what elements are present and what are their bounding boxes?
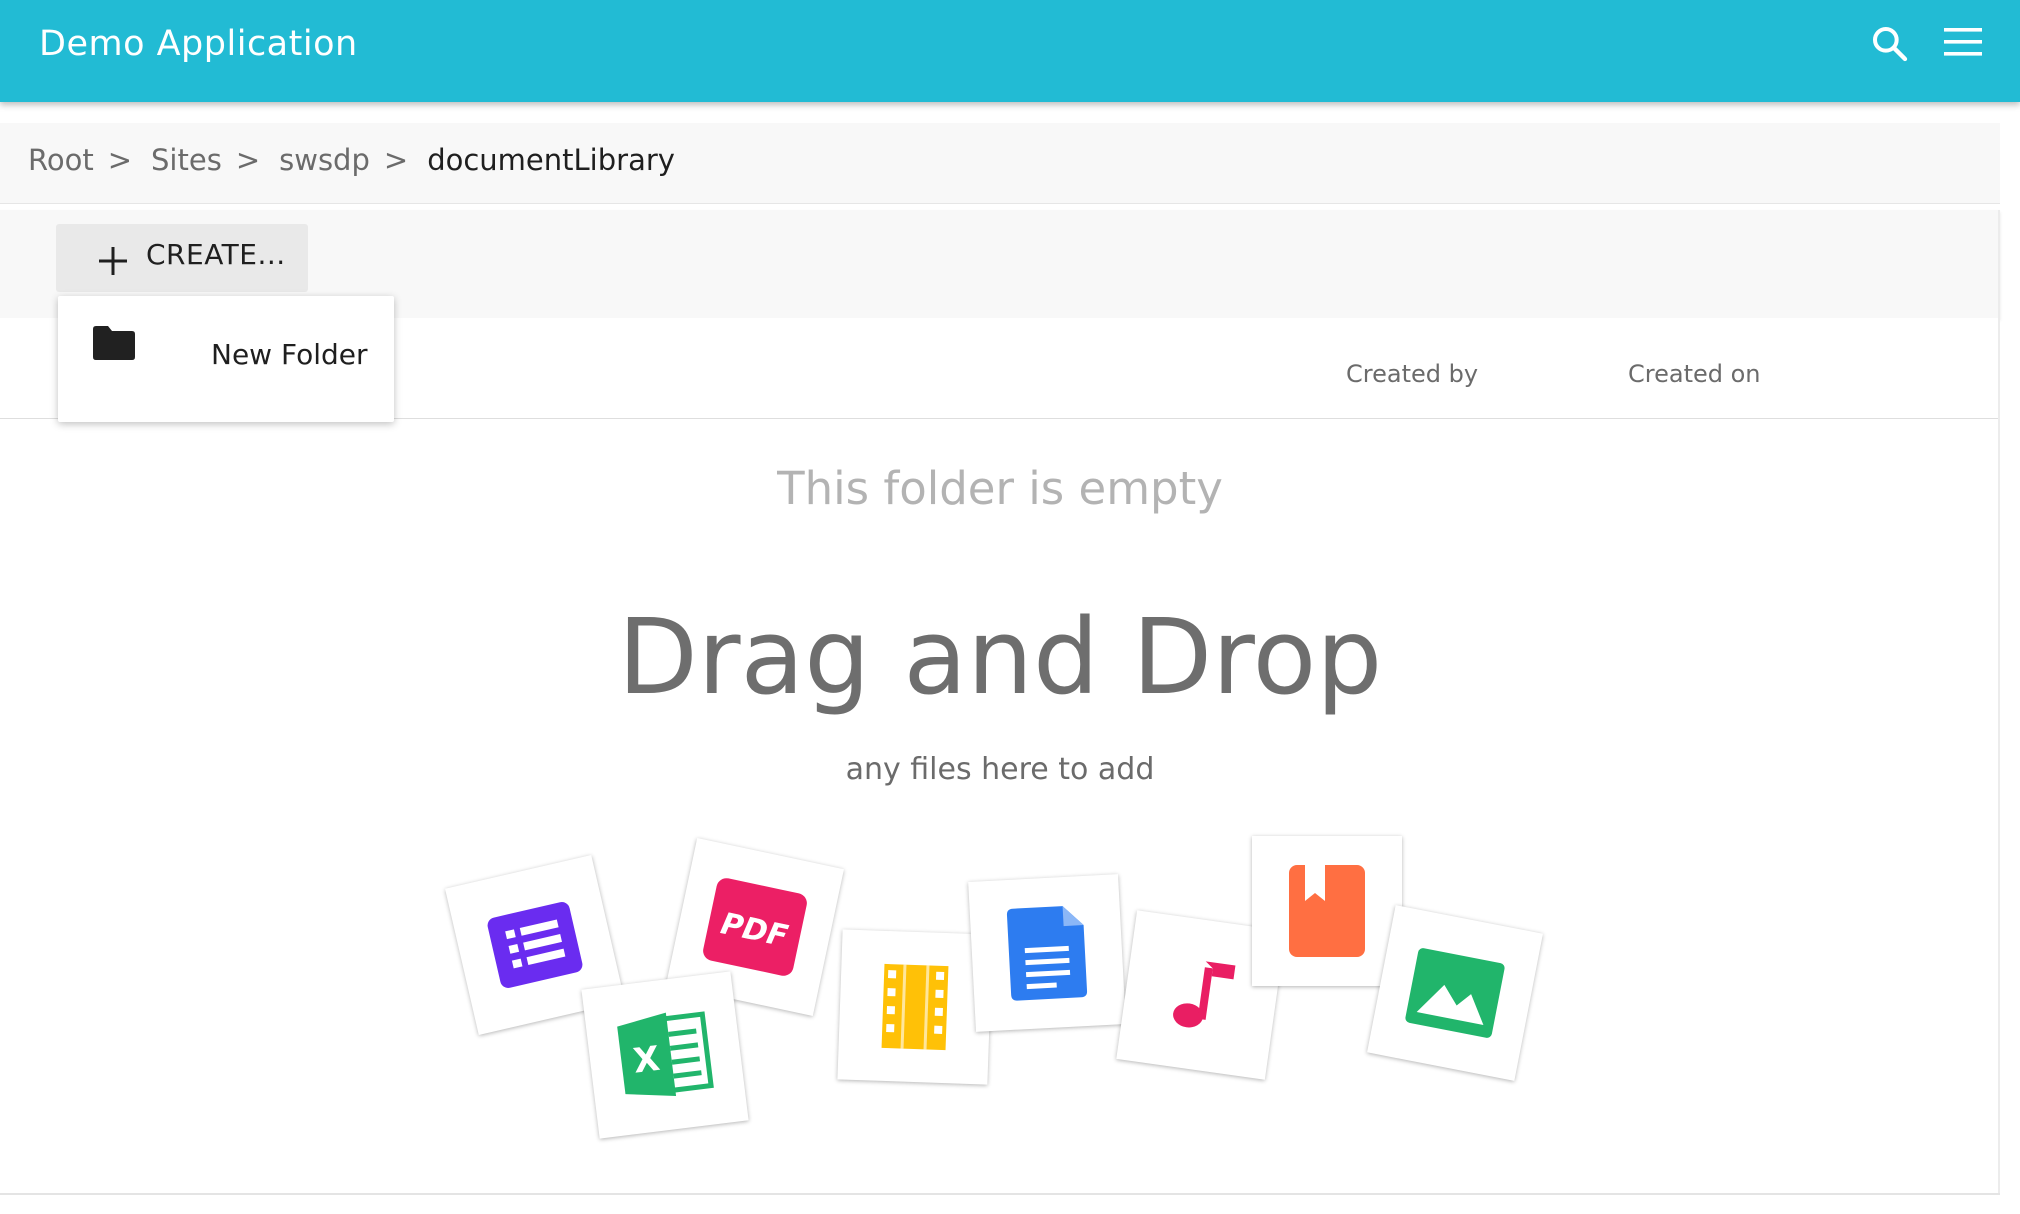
image-icon	[1367, 905, 1543, 1081]
panel-border	[0, 1193, 2000, 1195]
search-icon[interactable]	[1870, 24, 1910, 68]
svg-text:X: X	[631, 1039, 662, 1082]
video-icon	[837, 929, 993, 1085]
create-button[interactable]: CREATE...	[56, 224, 308, 292]
create-menu: New Folder	[58, 296, 394, 422]
column-created-by[interactable]: Created by	[1346, 360, 1478, 388]
document-icon	[968, 874, 1126, 1032]
excel-icon: X	[581, 971, 749, 1139]
create-button-label: CREATE...	[146, 238, 286, 271]
folder-icon	[93, 326, 135, 364]
breadcrumb-current: documentLibrary	[427, 143, 675, 177]
breadcrumb-swsdp[interactable]: swsdp	[279, 143, 370, 177]
drag-drop-subtitle: any files here to add	[845, 752, 1155, 787]
breadcrumb-sites[interactable]: Sites	[151, 143, 222, 177]
breadcrumb: Root > Sites > swsdp > documentLibrary	[0, 123, 2000, 204]
breadcrumb-root[interactable]: Root	[28, 143, 94, 177]
drag-drop-title: Drag and Drop	[617, 596, 1383, 718]
breadcrumb-separator: >	[235, 143, 261, 177]
breadcrumb-separator: >	[383, 143, 409, 177]
menu-icon[interactable]	[1944, 26, 1982, 62]
column-created-on[interactable]: Created on	[1628, 360, 1761, 388]
app-title: Demo Application	[39, 24, 358, 64]
empty-folder-title: This folder is empty	[777, 462, 1223, 515]
plus-icon	[98, 246, 128, 280]
menu-item-label: New Folder	[211, 338, 368, 371]
bookmark-icon	[1252, 836, 1402, 986]
app-header: Demo Application	[0, 0, 2020, 102]
menu-item-new-folder[interactable]: New Folder	[58, 296, 394, 422]
breadcrumb-separator: >	[107, 143, 133, 177]
